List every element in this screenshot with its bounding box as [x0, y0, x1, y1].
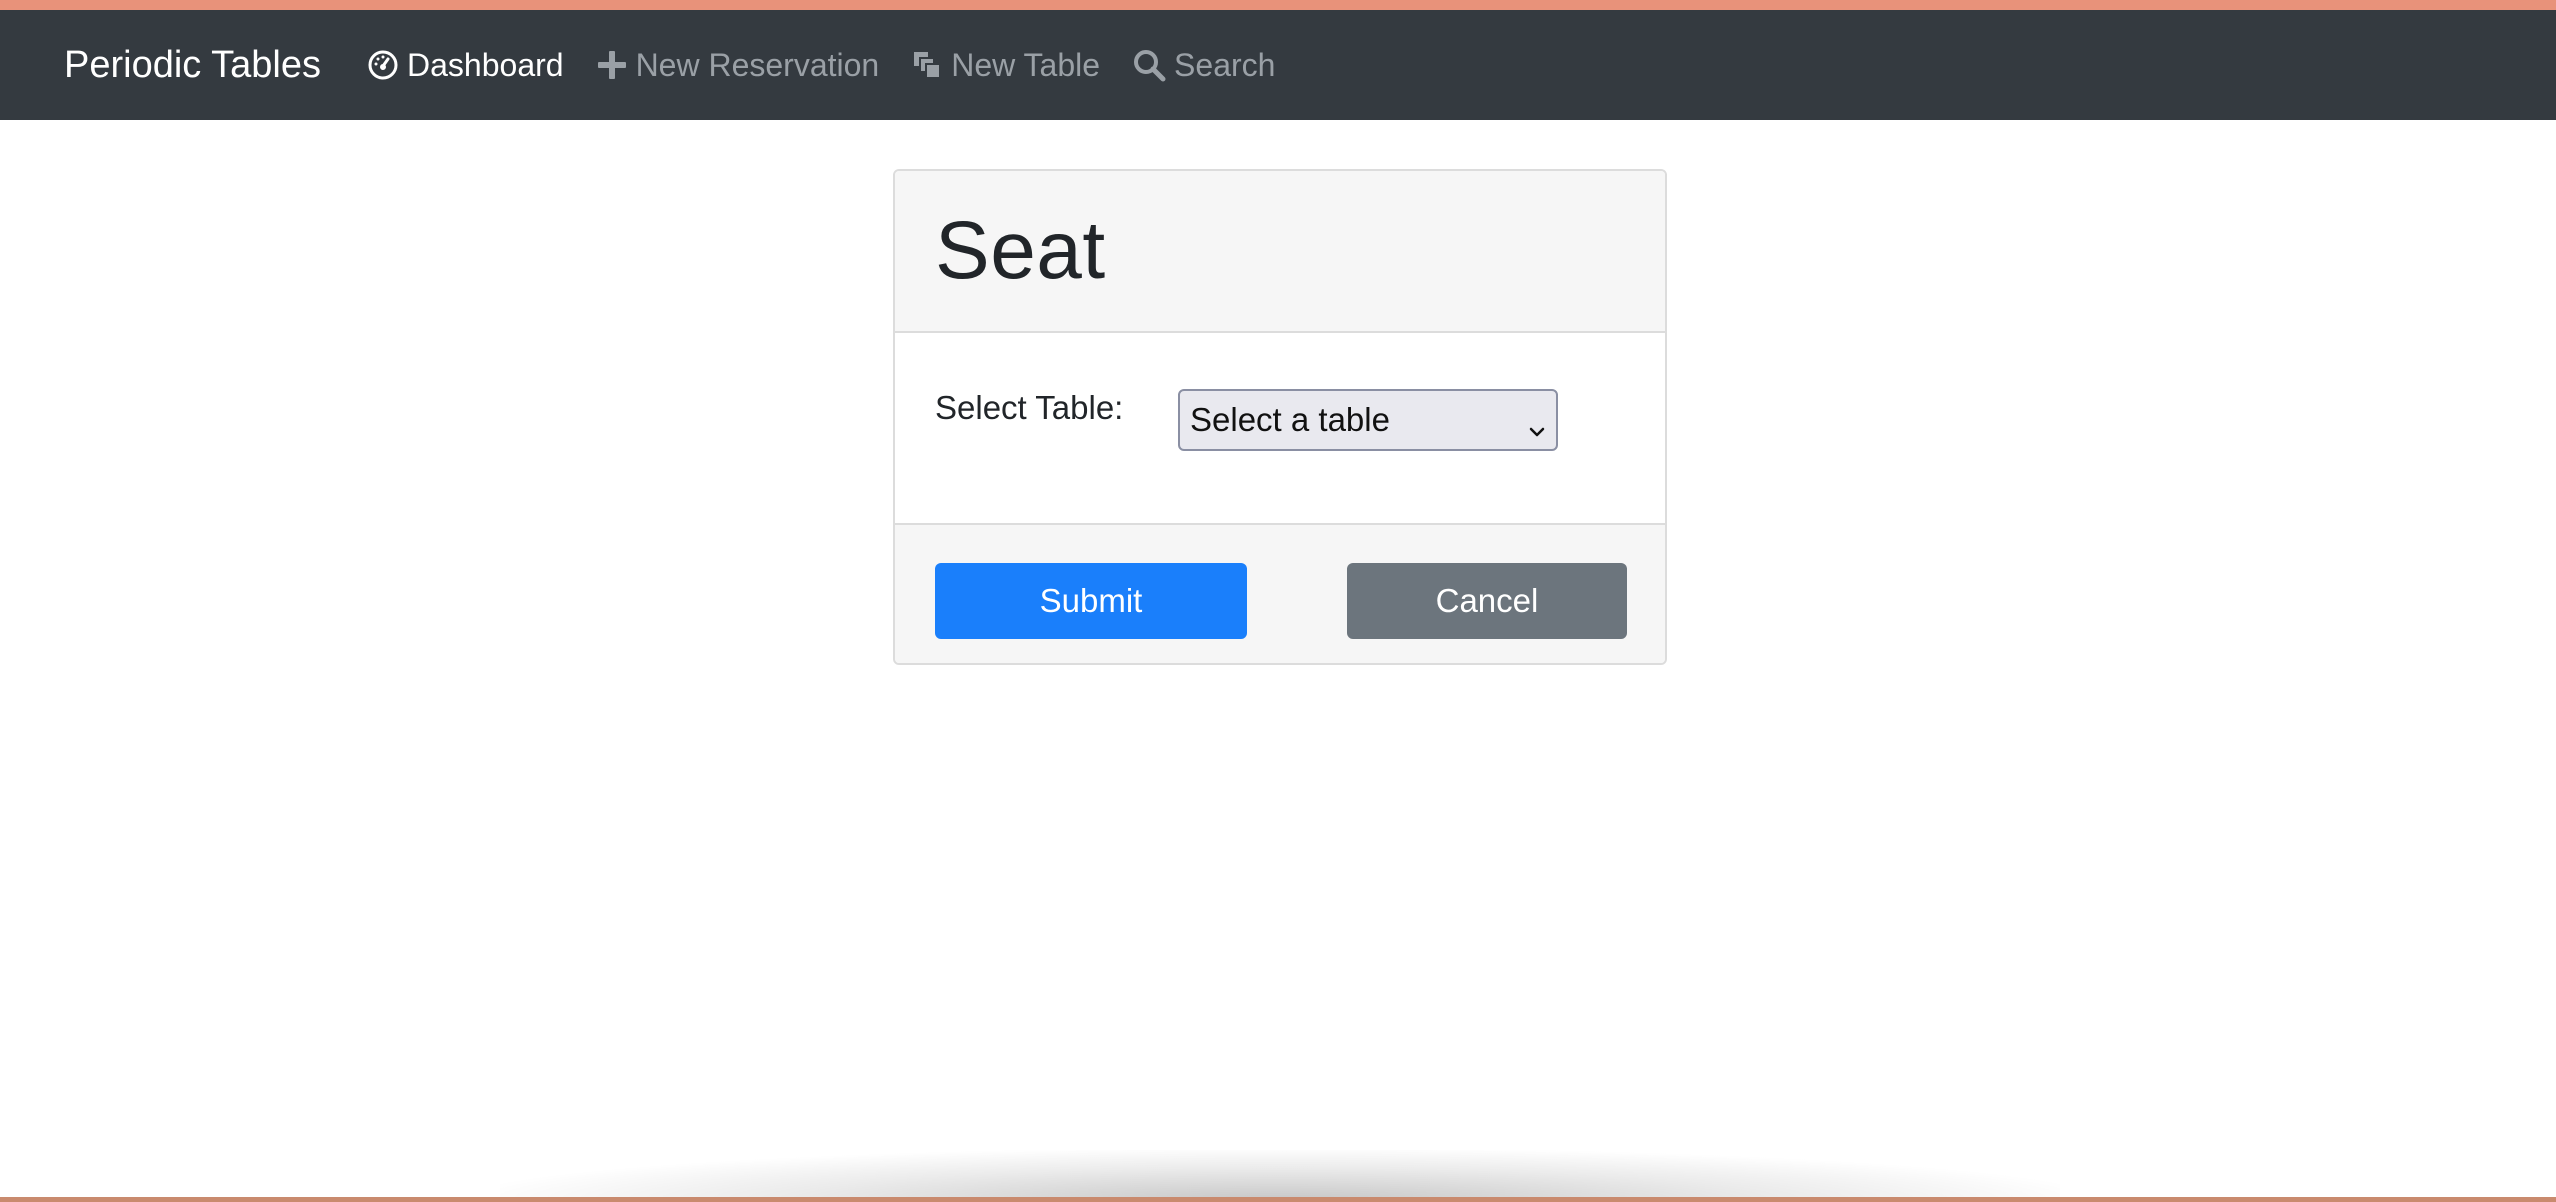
bottom-edge [0, 1197, 2556, 1202]
nav-new-reservation-label: New Reservation [635, 46, 880, 83]
window-shadow [500, 1150, 2060, 1200]
table-select-value: Select a table [1190, 401, 1390, 438]
plus-icon [596, 49, 628, 81]
layers-icon [911, 49, 943, 81]
page-title: Seat [935, 205, 1106, 296]
brand-title[interactable]: Periodic Tables [64, 44, 321, 87]
card-body: Select Table: Select a table [895, 333, 1665, 525]
card-header: Seat [895, 171, 1665, 333]
seat-card: Seat Select Table: Select a table Submit… [893, 169, 1667, 665]
nav-new-table[interactable]: New Table [911, 47, 1100, 84]
nav-search-label: Search [1174, 46, 1276, 83]
table-select[interactable]: Select a table [1178, 389, 1558, 451]
cancel-button[interactable]: Cancel [1347, 563, 1627, 639]
card-footer: Submit Cancel [895, 525, 1665, 663]
chevron-down-icon [1528, 411, 1546, 449]
nav-new-table-label: New Table [951, 46, 1101, 83]
select-table-label: Select Table: [935, 389, 1124, 426]
navbar: Periodic Tables Dashboard New Reservatio… [0, 10, 2556, 120]
nav-dashboard[interactable]: Dashboard [367, 47, 564, 84]
nav-new-reservation[interactable]: New Reservation [596, 46, 880, 84]
search-icon [1132, 48, 1166, 82]
nav-dashboard-label: Dashboard [407, 46, 564, 83]
top-accent-bar [0, 0, 2556, 10]
nav-search[interactable]: Search [1132, 47, 1275, 84]
submit-button[interactable]: Submit [935, 563, 1247, 639]
dashboard-icon [367, 49, 399, 81]
